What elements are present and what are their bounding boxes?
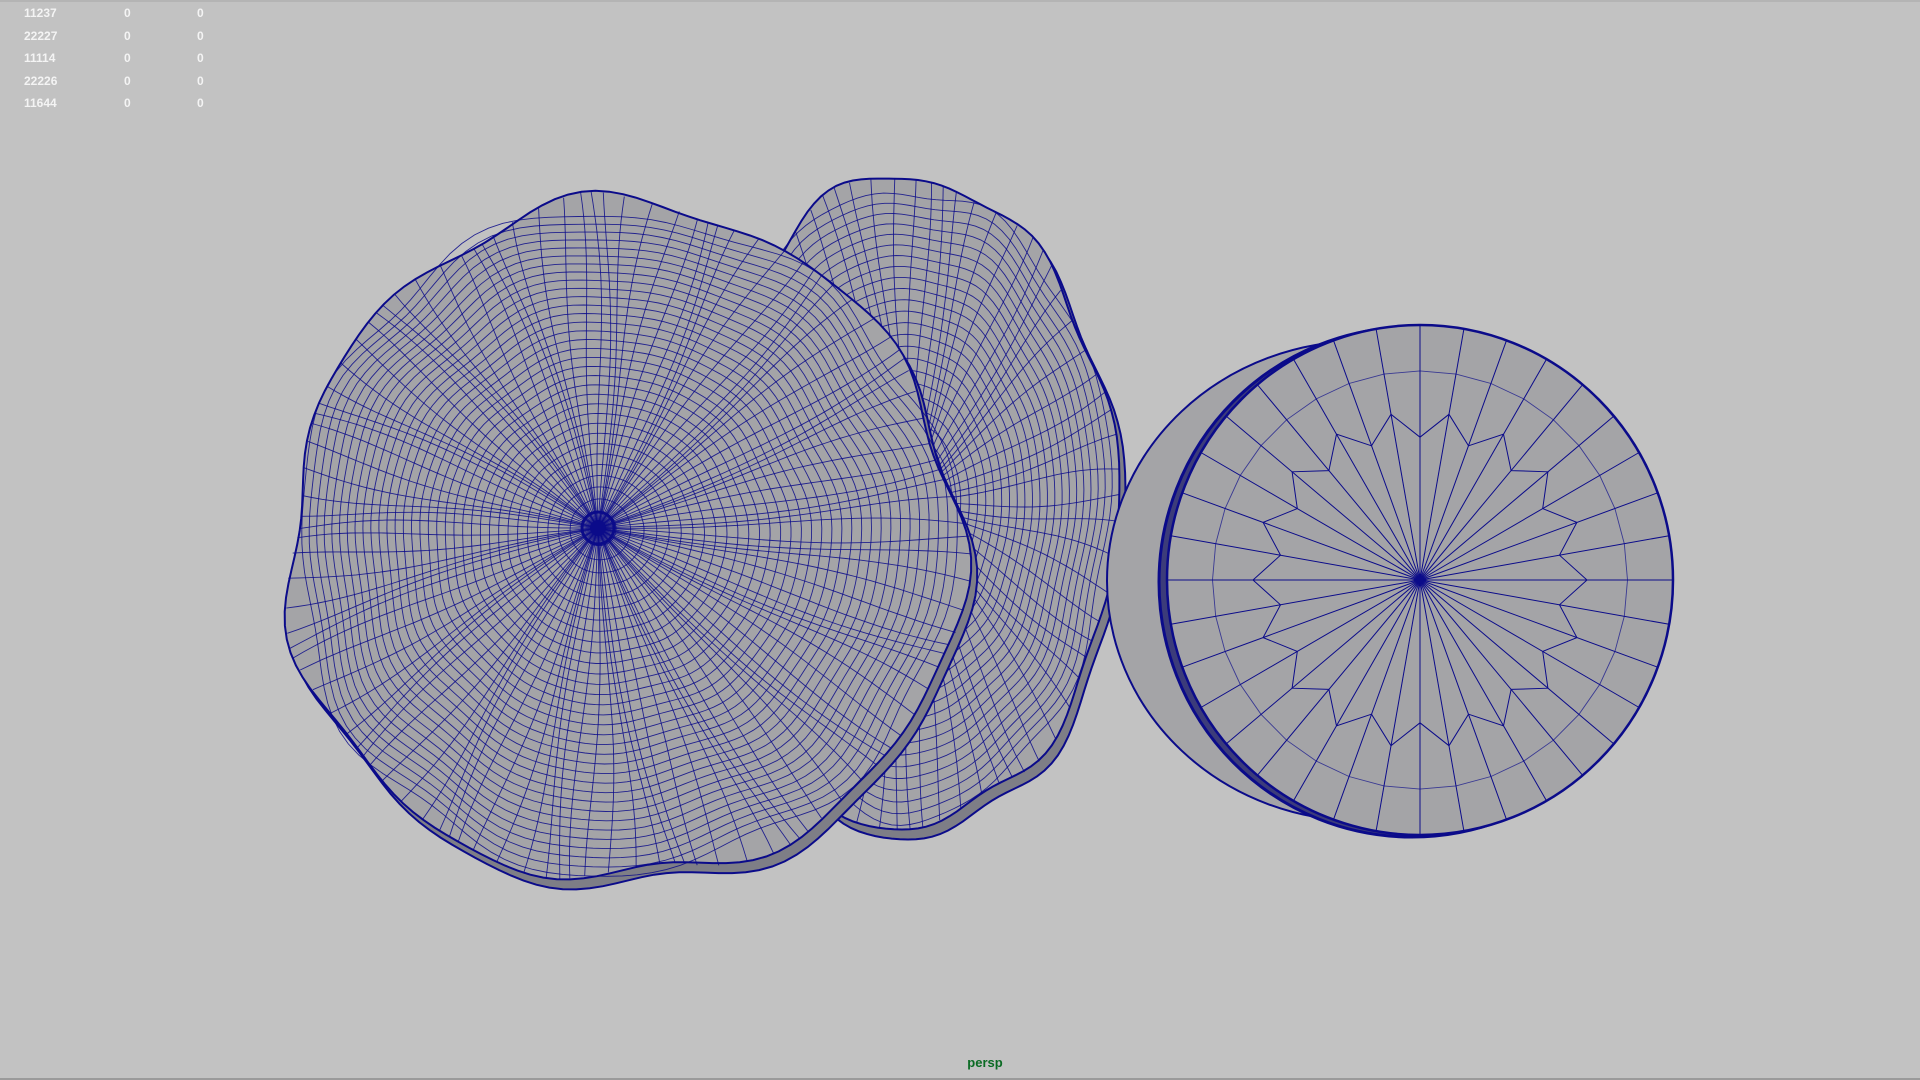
viewport-panel[interactable]: 11237 0 0 22227 0 0 11114 0 0 22226 0 0 … — [0, 0, 1920, 1080]
viewport-scene[interactable] — [0, 2, 1920, 1080]
camera-name-label: persp — [0, 1055, 1920, 1070]
mesh-disc-front[interactable] — [1157, 323, 1675, 839]
camera-name: persp — [967, 1055, 1003, 1070]
